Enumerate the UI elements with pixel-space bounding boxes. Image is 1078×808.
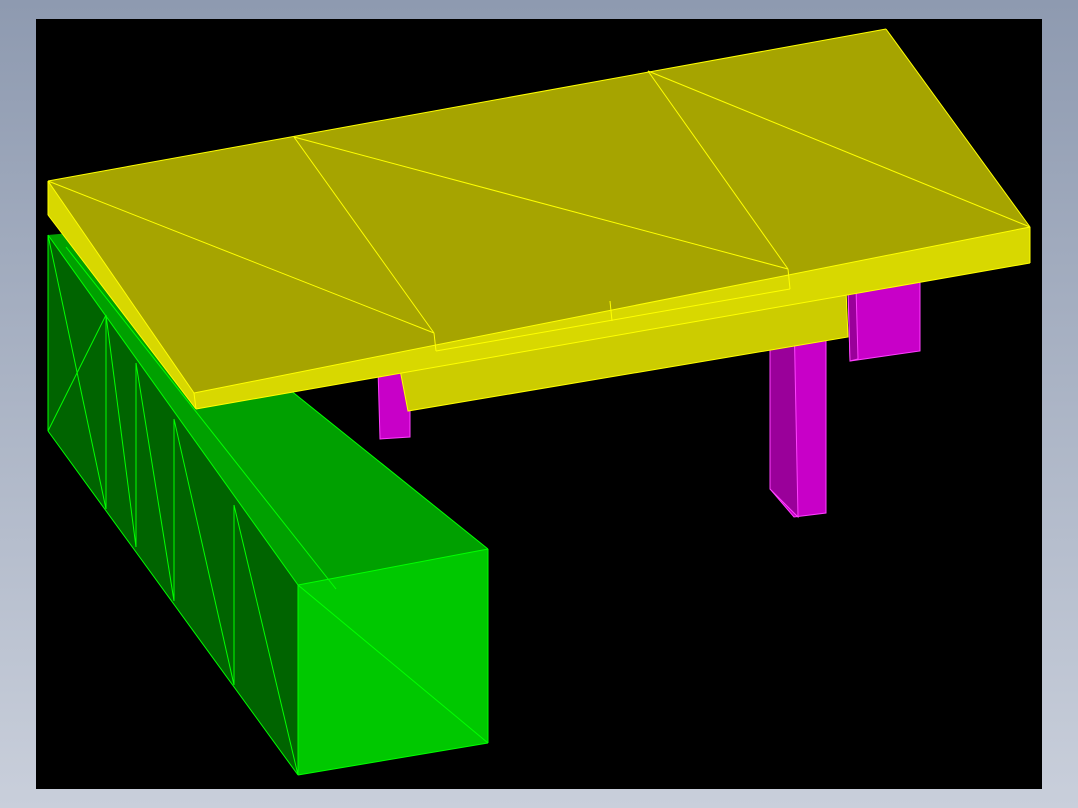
model-canvas[interactable] [36, 19, 1042, 789]
3d-model-viewport[interactable] [36, 19, 1042, 789]
leg-back-right-side [847, 286, 859, 362]
cabinet-end-face [298, 549, 488, 775]
